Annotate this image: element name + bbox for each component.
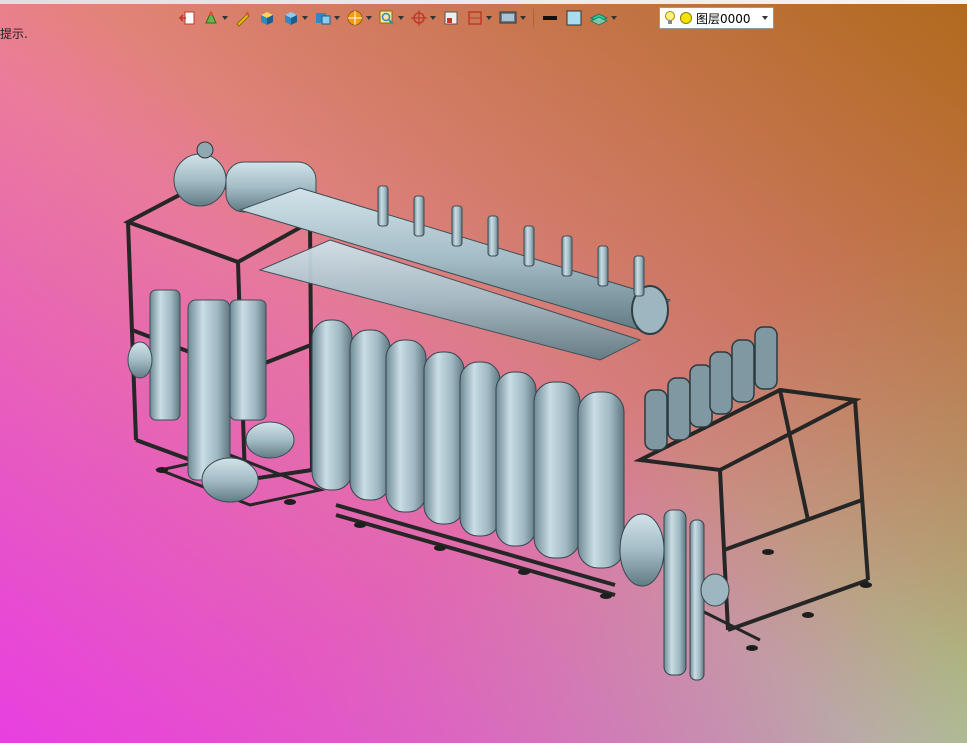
chevron-down-icon: [302, 16, 308, 20]
box-button[interactable]: [256, 7, 278, 29]
exit-icon: [178, 11, 195, 25]
chevron-down-icon: [486, 16, 492, 20]
crop-button[interactable]: [464, 7, 494, 29]
chevron-down-icon[interactable]: [762, 16, 768, 20]
pipe-skid-model[interactable]: [0, 0, 967, 743]
toolbar-separator: [533, 9, 534, 27]
chevron-down-icon: [398, 16, 404, 20]
display-icon: [499, 11, 517, 24]
chevron-down-icon: [334, 16, 340, 20]
zoom-icon: [379, 10, 394, 25]
filter-array: [644, 326, 778, 451]
frame-button[interactable]: [440, 7, 462, 29]
crop-icon: [468, 11, 482, 25]
render-icon: [347, 10, 363, 26]
chevron-down-icon: [611, 16, 617, 20]
line-weight-icon: [543, 16, 557, 20]
cube-button[interactable]: [280, 7, 310, 29]
outlet-pipes: [619, 509, 730, 681]
box-icon: [261, 12, 273, 25]
render-button[interactable]: [344, 7, 374, 29]
axis-icon: [411, 10, 427, 26]
paint-button[interactable]: [200, 7, 230, 29]
chevron-down-icon: [430, 16, 436, 20]
chevron-down-icon: [366, 16, 372, 20]
view-toolbar: [176, 6, 619, 30]
chevron-down-icon: [222, 16, 228, 20]
yellow-dot-icon: [680, 12, 692, 24]
pencil-icon: [236, 11, 250, 27]
exit-button[interactable]: [176, 7, 198, 29]
3d-viewport[interactable]: 提示. 图层0000: [0, 0, 967, 743]
layer-stack-button[interactable]: [587, 7, 619, 29]
zoom-button[interactable]: [376, 7, 406, 29]
paint-icon: [205, 10, 217, 24]
frame-icon: [444, 11, 458, 25]
layer-name: 图层0000: [696, 11, 751, 26]
layer-selector[interactable]: 图层0000: [659, 7, 774, 29]
status-hint: 提示.: [0, 27, 28, 41]
layer-stack-icon: [589, 13, 609, 26]
vessel-array: [311, 319, 625, 569]
pencil-button[interactable]: [232, 7, 254, 29]
cube-icon: [285, 12, 297, 25]
top-manifold: [238, 185, 671, 361]
section-view-icon: [316, 13, 331, 25]
line-weight-button[interactable]: [539, 7, 561, 29]
color-swatch-icon: [566, 10, 582, 26]
color-swatch-button[interactable]: [563, 7, 585, 29]
chevron-down-icon: [520, 16, 526, 20]
window-top-strip: [0, 0, 967, 4]
section-view-button[interactable]: [312, 7, 342, 29]
display-button[interactable]: [496, 7, 528, 29]
bulb-icon: [665, 11, 675, 24]
axis-button[interactable]: [408, 7, 438, 29]
